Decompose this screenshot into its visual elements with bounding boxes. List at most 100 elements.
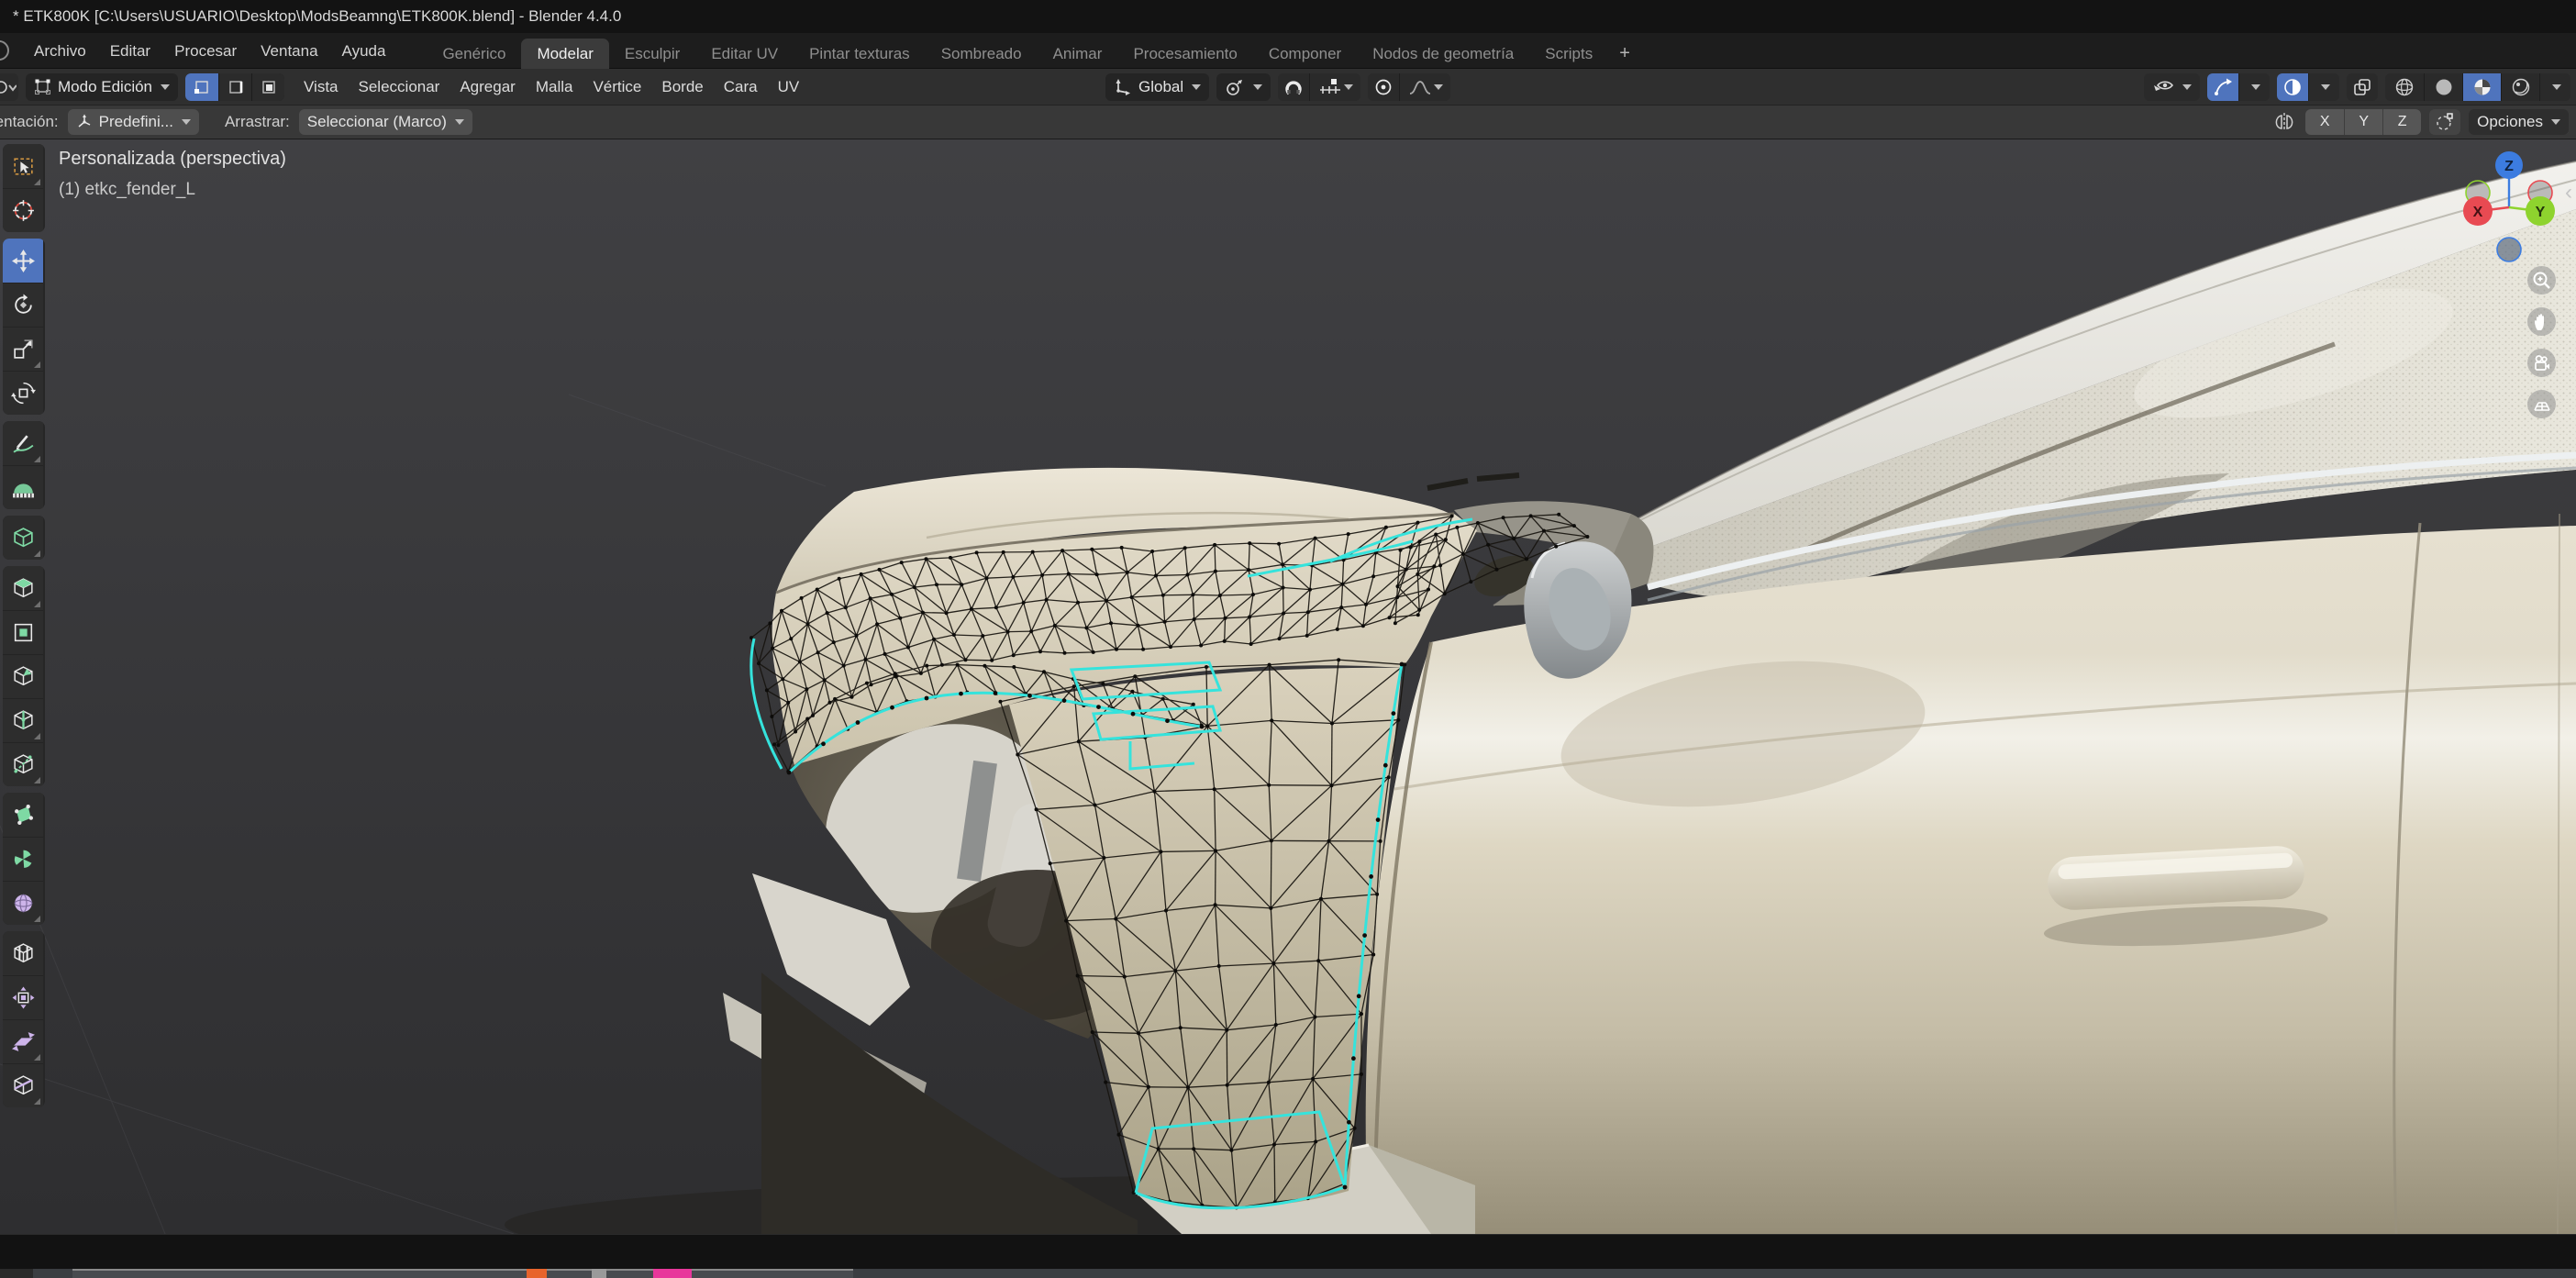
workspace-tab-genérico[interactable]: Genérico (427, 39, 521, 69)
menu-ventana[interactable]: Ventana (249, 33, 329, 69)
taskbar-app-orange[interactable] (527, 1269, 547, 1278)
tool-rotate[interactable] (3, 283, 43, 327)
proportional-edit-group (1368, 73, 1450, 101)
options-dropdown[interactable]: Opciones (2469, 109, 2569, 135)
viewport-menu-vértice[interactable]: Vértice (583, 69, 651, 106)
menu-ayuda[interactable]: Ayuda (330, 33, 398, 69)
workspace-tab-modelar[interactable]: Modelar (521, 39, 608, 69)
tool-bisect[interactable] (3, 1063, 43, 1107)
workspace-tab-procesamiento[interactable]: Procesamiento (1117, 39, 1252, 69)
tool-edge-slide[interactable] (3, 931, 43, 975)
viewport-menu-borde[interactable]: Borde (651, 69, 713, 106)
tool-poly-build[interactable] (3, 793, 43, 837)
snap-settings-dropdown[interactable] (1309, 73, 1360, 101)
rendered-sphere-icon (2511, 77, 2531, 97)
tool-settings-right: XYZ Opciones (2271, 109, 2569, 135)
snap-base-button[interactable] (2429, 109, 2460, 135)
taskbar-corner (0, 1269, 33, 1278)
viewport-menu-agregar[interactable]: Agregar (450, 69, 525, 106)
mirror-axis-z[interactable]: Z (2382, 109, 2421, 135)
tool-shear[interactable] (3, 1019, 43, 1063)
workspace-tab-editar-uv[interactable]: Editar UV (695, 39, 794, 69)
tool-bevel[interactable] (3, 654, 43, 698)
tool-smooth[interactable] (3, 881, 43, 925)
viewport-menu-vista[interactable]: Vista (294, 69, 349, 106)
nav-grid-ortho-button[interactable] (2527, 390, 2556, 418)
orientation-preset-dropdown[interactable]: Predefini... (68, 109, 199, 135)
svg-text:Z: Z (2504, 159, 2514, 174)
snap-toggle[interactable] (1278, 73, 1309, 101)
workspace-tab-nodos-de-geometría[interactable]: Nodos de geometría (1357, 39, 1529, 69)
tool-move[interactable] (3, 239, 43, 283)
mirror-axis-y[interactable]: Y (2344, 109, 2382, 135)
shading-dropdown[interactable] (2539, 73, 2570, 101)
sidebar-collapse-arrow[interactable]: ‹ (2565, 182, 2576, 204)
taskbar-app-gray[interactable] (592, 1269, 606, 1278)
tool-spin[interactable] (3, 837, 43, 881)
viewport-canvas[interactable] (0, 139, 2576, 1234)
overlays-dropdown[interactable] (2308, 73, 2339, 101)
drag-mode-dropdown[interactable]: Seleccionar (Marco) (299, 109, 472, 135)
menu-procesar[interactable]: Procesar (162, 33, 249, 69)
chevron-down-icon (2551, 119, 2560, 125)
menu-archivo[interactable]: Archivo (22, 33, 98, 69)
pivot-point-dropdown[interactable] (1216, 73, 1271, 101)
tool-annotate[interactable] (3, 421, 43, 465)
tool-cursor[interactable] (3, 188, 43, 232)
overlays-toggle[interactable] (2277, 73, 2308, 101)
tool-select-box[interactable] (3, 144, 43, 188)
tool-knife[interactable] (3, 742, 43, 786)
workspace-tab-esculpir[interactable]: Esculpir (609, 39, 695, 69)
nav-zoom-button[interactable] (2527, 266, 2556, 294)
workspace-tab-pintar-texturas[interactable]: Pintar texturas (794, 39, 926, 69)
gizmos-toggle[interactable] (2207, 73, 2238, 101)
viewport-menu-malla[interactable]: Malla (526, 69, 583, 106)
proportional-falloff-dropdown[interactable] (1399, 73, 1450, 101)
transform-orientation-dropdown[interactable]: Global (1105, 73, 1209, 101)
viewport-menu-cara[interactable]: Cara (714, 69, 768, 106)
edge-select-mode-button[interactable] (218, 73, 251, 101)
tool-transform[interactable] (3, 371, 43, 415)
proportional-edit-toggle[interactable] (1368, 73, 1399, 101)
viewport-menu-uv[interactable]: UV (768, 69, 810, 106)
chevron-down-icon (1192, 84, 1201, 90)
menu-editar[interactable]: Editar (98, 33, 162, 69)
gizmos-dropdown[interactable] (2238, 73, 2270, 101)
xray-toggle[interactable] (2347, 73, 2378, 101)
shading-solid-button[interactable] (2424, 73, 2462, 101)
tool-extrude-region[interactable] (3, 566, 43, 610)
navigation-gizmo[interactable]: Z X Y (2452, 141, 2566, 266)
mirror-axis-x[interactable]: X (2305, 109, 2344, 135)
orientation-axes-icon (1114, 78, 1132, 96)
viewport-menu-seleccionar[interactable]: Seleccionar (349, 69, 450, 106)
workspace-tab-scripts[interactable]: Scripts (1529, 39, 1608, 69)
blender-logo-icon[interactable] (0, 40, 9, 61)
nav-pan-button[interactable] (2527, 307, 2556, 336)
mirror-butterfly-icon[interactable] (2271, 110, 2297, 134)
workspace-tab-sombreado[interactable]: Sombreado (926, 39, 1038, 69)
viewport-3d[interactable]: Personalizada (perspectiva) (1) etkc_fen… (0, 139, 2576, 1234)
shading-rendered-button[interactable] (2501, 73, 2539, 101)
tool-settings-left: Orientación: Predefini... Arrastrar: Sel… (0, 109, 472, 135)
face-select-mode-button[interactable] (251, 73, 284, 101)
shading-material-button[interactable] (2462, 73, 2501, 101)
tool-loop-cut[interactable] (3, 698, 43, 742)
workspace-tab-animar[interactable]: Animar (1038, 39, 1118, 69)
tool-shrink-fatten[interactable] (3, 975, 43, 1019)
material-sphere-icon (2472, 77, 2493, 97)
snapping-group (1278, 73, 1360, 101)
tool-measure[interactable] (3, 465, 43, 509)
editor-type-button[interactable] (0, 73, 18, 101)
shading-wireframe-button[interactable] (2385, 73, 2424, 101)
tool-scale[interactable] (3, 327, 43, 371)
tool-add-cube[interactable] (3, 516, 43, 560)
tool-inset-faces[interactable] (3, 610, 43, 654)
taskbar-app-pink[interactable] (653, 1269, 692, 1278)
vertex-select-mode-button[interactable] (185, 73, 218, 101)
show-hide-dropdown[interactable] (2144, 73, 2200, 101)
mode-dropdown[interactable]: Modo Edición (26, 73, 178, 101)
proportional-edit-icon (1374, 78, 1393, 96)
workspace-tab-componer[interactable]: Componer (1253, 39, 1357, 69)
add-workspace-button[interactable]: + (1608, 39, 1641, 69)
nav-camera-view-button[interactable] (2527, 349, 2556, 377)
